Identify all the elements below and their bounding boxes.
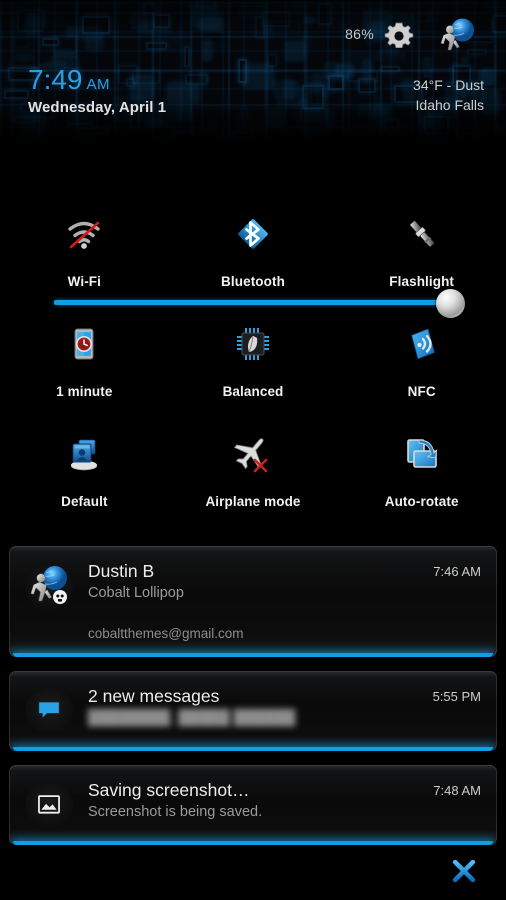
tile-label: NFC (407, 384, 436, 399)
notification-screenshot[interactable]: Saving screenshot… Screenshot is being s… (9, 765, 497, 845)
nfc-icon (398, 320, 446, 368)
notification-title: 2 new messages (88, 686, 220, 706)
notification-shade: 86% 7:49 AM Wednesday, April 1 34°F - Du… (0, 0, 506, 900)
tile-label: Wi-Fi (67, 274, 102, 289)
notification-subtitle: Screenshot is being saved. (88, 804, 263, 820)
notification-subtitle: ████████, █████ ██████ (88, 710, 296, 726)
status-header: 86% 7:49 AM Wednesday, April 1 34°F - Du… (0, 0, 506, 140)
quick-settings-grid: Wi-Fi Bluetooth Flashlight 1 minute Bala… (0, 198, 506, 528)
image-icon (25, 781, 73, 829)
tile-label: Flashlight (389, 274, 455, 289)
screen-timeout-icon (60, 320, 108, 368)
clock-date: Wednesday, April 1 (28, 99, 167, 116)
clock-ampm: AM (86, 76, 110, 93)
weather-temperature: 34°F - Dust (413, 77, 484, 93)
battery-percent-label: 86% (345, 26, 374, 42)
tile-wifi[interactable]: Wi-Fi (0, 198, 169, 308)
clock-time-value: 7:49 (28, 64, 83, 95)
tile-label: Bluetooth (221, 274, 285, 289)
flashlight-icon (398, 210, 446, 258)
tile-label: Default (61, 494, 108, 509)
notification-time: 5:55 PM (432, 689, 481, 704)
tile-auto-rotate[interactable]: Auto-rotate (337, 418, 506, 528)
gear-icon[interactable] (383, 20, 415, 52)
tile-performance-profile[interactable]: Balanced (169, 308, 338, 418)
user-avatar-icon[interactable] (438, 17, 476, 55)
weather-location: Idaho Falls (415, 97, 484, 113)
notification-messages[interactable]: 2 new messages ████████, █████ ██████ 5:… (9, 671, 497, 751)
brightness-slider[interactable] (0, 140, 506, 318)
clear-all-notifications-button[interactable] (447, 854, 481, 888)
tile-label: Auto-rotate (384, 494, 459, 509)
notification-list: Dustin B Cobalt Lollipop 7:46 AM cobaltt… (0, 546, 506, 859)
notification-time: 7:46 AM (433, 564, 481, 579)
notification-extra-line: cobaltthemes@gmail.com (88, 626, 244, 641)
close-x-icon (452, 859, 476, 883)
auto-rotate-icon (398, 430, 446, 478)
tile-airplane-mode[interactable]: Airplane mode (169, 418, 338, 528)
tile-label: 1 minute (56, 384, 113, 399)
notification-time: 7:48 AM (433, 783, 481, 798)
notification-subtitle: Cobalt Lollipop (88, 585, 184, 601)
user-profile-icon (60, 430, 108, 478)
tile-profile[interactable]: Default (0, 418, 169, 528)
cpu-leaf-icon (229, 320, 277, 368)
airplane-off-icon (229, 430, 277, 478)
bluetooth-icon (229, 210, 277, 258)
tile-label: Balanced (222, 384, 284, 399)
notification-title: Dustin B (88, 561, 155, 581)
tile-label: Airplane mode (205, 494, 301, 509)
notification-email[interactable]: Dustin B Cobalt Lollipop 7:46 AM cobaltt… (9, 546, 497, 657)
user-avatar-icon (25, 562, 73, 610)
tile-screen-timeout[interactable]: 1 minute (0, 308, 169, 418)
message-bubble-icon (25, 687, 73, 735)
tile-nfc[interactable]: NFC (337, 308, 506, 418)
tile-flashlight[interactable]: Flashlight (337, 198, 506, 308)
notification-title: Saving screenshot… (88, 780, 250, 800)
wifi-off-icon (60, 210, 108, 258)
clock-time: 7:49 AM (28, 66, 110, 99)
tile-bluetooth[interactable]: Bluetooth (169, 198, 338, 308)
